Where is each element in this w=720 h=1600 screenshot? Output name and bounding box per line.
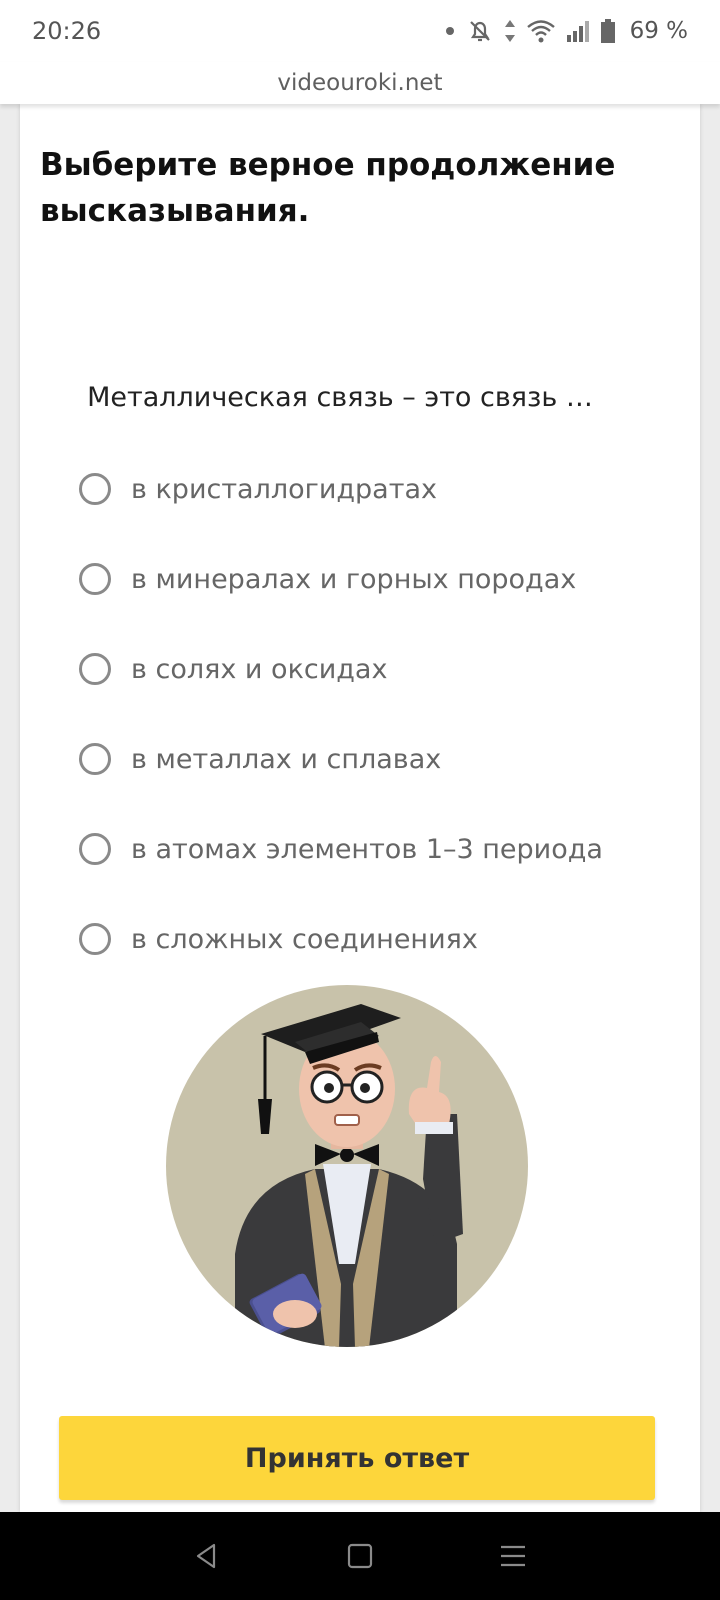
answer-options: в кристаллогидратах в минералах и горных… (79, 444, 679, 984)
recents-button[interactable] (483, 1526, 543, 1586)
url-bar[interactable]: videouroki.net (0, 62, 720, 104)
radio-button[interactable] (79, 833, 111, 865)
status-bar: 20:26 69 % (0, 0, 720, 62)
option-label: в металлах и сплавах (131, 743, 442, 775)
answer-option[interactable]: в солях и оксидах (79, 624, 679, 714)
status-time: 20:26 (32, 17, 102, 45)
back-button[interactable] (177, 1526, 237, 1586)
option-label: в сложных соединениях (131, 923, 478, 955)
home-button[interactable] (330, 1526, 390, 1586)
radio-button[interactable] (79, 473, 111, 505)
radio-button[interactable] (79, 563, 111, 595)
radio-button[interactable] (79, 743, 111, 775)
radio-button[interactable] (79, 923, 111, 955)
data-arrows-icon (504, 20, 515, 42)
bell-off-icon (469, 21, 490, 42)
answer-option[interactable]: в атомах элементов 1–3 периода (79, 804, 679, 894)
quiz-card: Выберите верное продолжение высказывания… (20, 104, 700, 1512)
navigation-bar (0, 1512, 720, 1600)
page-title: Выберите верное продолжение высказывания… (40, 147, 616, 229)
option-label: в минералах и горных породах (131, 563, 577, 595)
recents-icon (501, 1545, 526, 1567)
radio-button[interactable] (79, 653, 111, 685)
status-icons: 69 % (444, 17, 688, 45)
answer-option[interactable]: в металлах и сплавах (79, 714, 679, 804)
back-icon (196, 1543, 215, 1569)
submit-answer-button[interactable]: Принять ответ (59, 1416, 655, 1500)
notification-dot-icon (445, 27, 454, 35)
answer-option[interactable]: в минералах и горных породах (79, 534, 679, 624)
option-label: в кристаллогидратах (131, 473, 437, 505)
question-text: Металлическая связь – это связь … (87, 382, 593, 413)
professor-illustration (166, 985, 528, 1347)
home-icon (347, 1543, 373, 1569)
answer-option[interactable]: в кристаллогидратах (79, 444, 679, 534)
battery-icon (600, 19, 615, 43)
option-label: в атомах элементов 1–3 периода (131, 833, 603, 865)
answer-option[interactable]: в сложных соединениях (79, 894, 679, 984)
option-label: в солях и оксидах (131, 653, 388, 685)
battery-percent: 69 % (629, 18, 688, 44)
wifi-icon (526, 20, 555, 43)
signal-icon (566, 21, 589, 42)
